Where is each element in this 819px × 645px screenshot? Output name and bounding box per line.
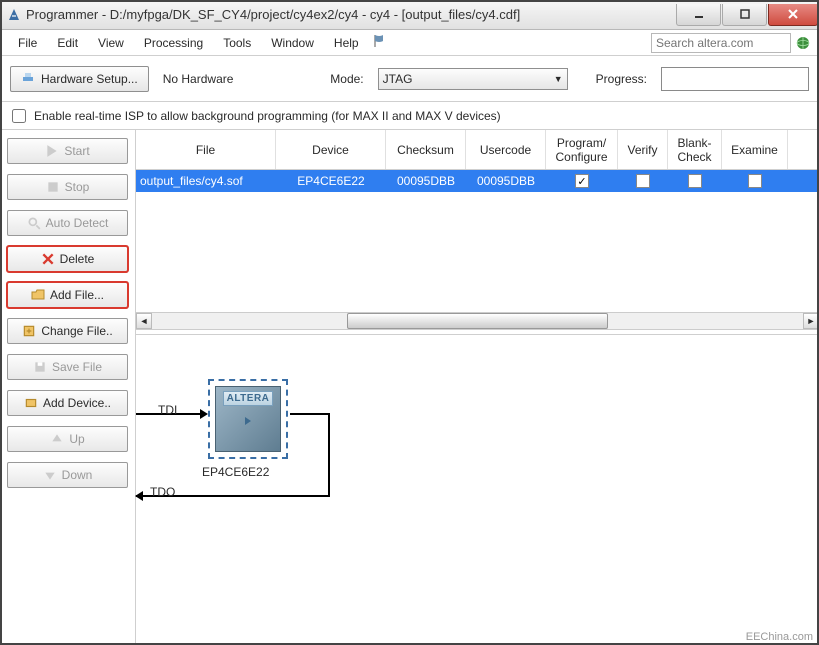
col-usercode[interactable]: Usercode: [466, 130, 546, 169]
auto-detect-button[interactable]: Auto Detect: [7, 210, 128, 236]
chevron-down-icon: ▼: [554, 74, 563, 84]
examine-checkbox[interactable]: [748, 174, 762, 188]
save-icon: [33, 360, 47, 374]
save-file-button[interactable]: Save File: [7, 354, 128, 380]
watermark: EEChina.com: [746, 631, 813, 643]
flag-icon[interactable]: [373, 34, 389, 51]
isp-row: Enable real-time ISP to allow background…: [0, 102, 819, 130]
globe-icon[interactable]: [795, 35, 811, 51]
col-device[interactable]: Device: [276, 130, 386, 169]
col-program[interactable]: Program/ Configure: [546, 130, 618, 169]
stop-icon: [46, 180, 60, 194]
menu-bar: File Edit View Processing Tools Window H…: [0, 30, 819, 56]
stop-button[interactable]: Stop: [7, 174, 128, 200]
arrow-down-icon: [43, 468, 57, 482]
chip-device[interactable]: ALTERA: [208, 379, 288, 459]
cell-file: output_files/cy4.sof: [136, 170, 276, 192]
window-title: Programmer - D:/myfpga/DK_SF_CY4/project…: [26, 7, 520, 22]
mode-value: JTAG: [383, 72, 413, 86]
hardware-setup-button[interactable]: Hardware Setup...: [10, 66, 149, 92]
hardware-icon: [21, 70, 35, 87]
menu-help[interactable]: Help: [324, 32, 369, 54]
app-icon: [6, 7, 22, 23]
mode-select[interactable]: JTAG ▼: [378, 68, 568, 90]
add-device-button[interactable]: Add Device..: [7, 390, 128, 416]
arrow-up-icon: [50, 432, 64, 446]
menu-file[interactable]: File: [8, 32, 47, 54]
menu-tools[interactable]: Tools: [213, 32, 261, 54]
tdo-label: TDO: [150, 485, 175, 499]
col-file[interactable]: File: [136, 130, 276, 169]
scroll-left-icon[interactable]: ◄: [136, 313, 152, 329]
menu-view[interactable]: View: [88, 32, 134, 54]
hardware-status: No Hardware: [163, 72, 234, 86]
menu-window[interactable]: Window: [261, 32, 324, 54]
blank-checkbox[interactable]: [688, 174, 702, 188]
col-verify[interactable]: Verify: [618, 130, 668, 169]
cell-checksum: 00095DBB: [386, 170, 466, 192]
verify-checkbox[interactable]: [636, 174, 650, 188]
start-button[interactable]: Start: [7, 138, 128, 164]
delete-icon: [41, 252, 55, 266]
table-row[interactable]: output_files/cy4.sof EP4CE6E22 00095DBB …: [136, 170, 819, 192]
detect-icon: [27, 216, 41, 230]
horizontal-scrollbar[interactable]: ◄ ►: [136, 312, 819, 330]
window-controls: [676, 4, 819, 26]
add-file-button[interactable]: Add File...: [7, 282, 128, 308]
cell-usercode: 00095DBB: [466, 170, 546, 192]
progress-label: Progress:: [596, 72, 647, 86]
chip-marker-icon: [245, 417, 251, 425]
grid-header: File Device Checksum Usercode Program/ C…: [136, 130, 819, 170]
change-file-icon: [22, 324, 36, 338]
col-blank[interactable]: Blank- Check: [668, 130, 722, 169]
isp-checkbox[interactable]: [12, 109, 26, 123]
chip-name: EP4CE6E22: [202, 465, 269, 479]
cell-device: EP4CE6E22: [276, 170, 386, 192]
progress-bar: [661, 67, 809, 91]
jtag-chain-diagram: TDI TDO ALTERA EP4CE6E22: [136, 334, 819, 643]
search-input[interactable]: [651, 33, 791, 53]
tdi-label: TDI: [158, 403, 177, 417]
altera-logo: ALTERA: [223, 391, 274, 406]
device-grid: File Device Checksum Usercode Program/ C…: [136, 130, 819, 330]
maximize-button[interactable]: [722, 4, 767, 26]
col-checksum[interactable]: Checksum: [386, 130, 466, 169]
folder-open-icon: [31, 288, 45, 302]
hardware-setup-label: Hardware Setup...: [41, 72, 138, 86]
toolbar: Hardware Setup... No Hardware Mode: JTAG…: [0, 56, 819, 102]
mode-label: Mode:: [330, 72, 363, 86]
close-button[interactable]: [768, 4, 818, 26]
play-icon: [45, 144, 59, 158]
isp-label: Enable real-time ISP to allow background…: [34, 109, 501, 123]
scroll-thumb[interactable]: [347, 313, 607, 329]
menu-processing[interactable]: Processing: [134, 32, 213, 54]
add-device-icon: [24, 396, 38, 410]
change-file-button[interactable]: Change File..: [7, 318, 128, 344]
up-button[interactable]: Up: [7, 426, 128, 452]
content-area: File Device Checksum Usercode Program/ C…: [135, 130, 819, 643]
window-titlebar: Programmer - D:/myfpga/DK_SF_CY4/project…: [0, 0, 819, 30]
grid-empty: [136, 192, 819, 312]
program-checkbox[interactable]: [575, 174, 589, 188]
col-examine[interactable]: Examine: [722, 130, 788, 169]
down-button[interactable]: Down: [7, 462, 128, 488]
minimize-button[interactable]: [676, 4, 721, 26]
sidebar: Start Stop Auto Detect Delete Add File..…: [0, 130, 135, 643]
scroll-right-icon[interactable]: ►: [803, 313, 819, 329]
menu-edit[interactable]: Edit: [47, 32, 88, 54]
delete-button[interactable]: Delete: [7, 246, 128, 272]
